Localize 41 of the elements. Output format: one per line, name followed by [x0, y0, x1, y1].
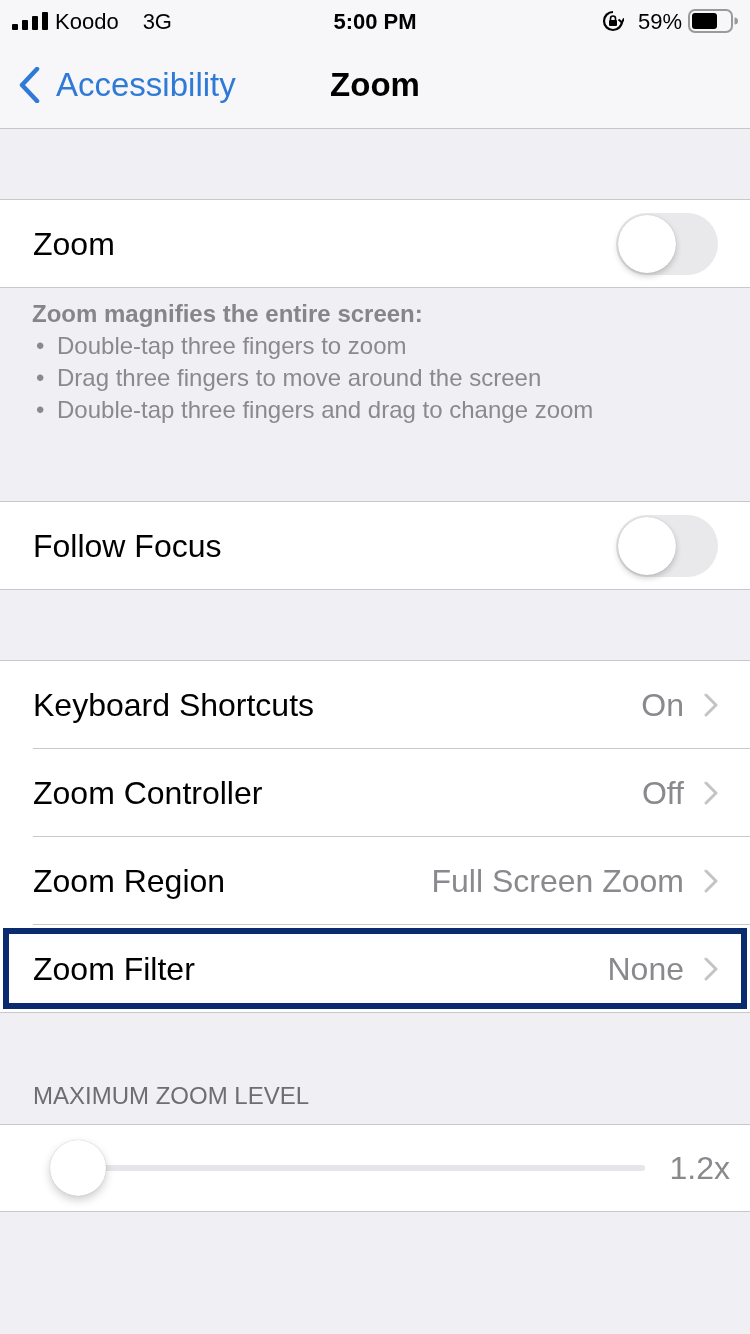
orientation-lock-icon: [601, 10, 624, 32]
chevron-right-icon: [704, 868, 718, 893]
footer-title: Zoom magnifies the entire screen:: [32, 299, 424, 329]
footer-text: Double-tap three fingers to zoom: [57, 331, 407, 361]
battery-percent: 59%: [637, 7, 682, 36]
setting-value: Full Screen Zoom: [431, 861, 684, 901]
bullet-mark: •: [35, 331, 46, 361]
setting-label: Zoom: [33, 224, 115, 264]
bullet-mark: •: [35, 363, 46, 393]
setting-value: Off: [641, 773, 684, 813]
bullet-mark: •: [35, 395, 46, 425]
setting-value: None: [607, 949, 684, 989]
zoom-level-slider[interactable]: [50, 1140, 645, 1196]
settings-row[interactable]: Zoom Filter None: [0, 925, 750, 1012]
setting-label: Zoom Controller: [33, 773, 263, 813]
slider-value: 1.2x: [669, 1149, 730, 1188]
status-time: 5:00 PM: [333, 7, 417, 36]
battery-icon: [688, 9, 738, 33]
chevron-right-icon: [704, 956, 718, 981]
page-title: Zoom: [330, 65, 420, 106]
network-type: 3G: [142, 7, 172, 36]
back-chevron-icon: [18, 67, 40, 103]
slider-thumb[interactable]: [50, 1140, 106, 1196]
signal-icon: [12, 12, 48, 30]
settings-row[interactable]: Keyboard Shortcuts On: [0, 661, 750, 748]
carrier-name: Koodo: [55, 7, 119, 36]
section-header: MAXIMUM ZOOM LEVEL: [32, 1081, 311, 1111]
footer-text: Double-tap three fingers and drag to change zoom: [57, 395, 594, 425]
setting-value: On: [641, 685, 684, 725]
toggle-switch[interactable]: [616, 212, 718, 275]
setting-label: Keyboard Shortcuts: [33, 685, 315, 725]
settings-row[interactable]: Zoom Region Full Screen Zoom: [0, 837, 750, 924]
footer-text: Drag three fingers to move around the screen: [57, 363, 542, 393]
setting-label: Zoom Region: [33, 861, 226, 901]
chevron-right-icon: [704, 692, 718, 717]
back-button[interactable]: Accessibility: [0, 59, 242, 111]
setting-label: Zoom Filter: [33, 949, 195, 989]
chevron-right-icon: [704, 780, 718, 805]
setting-label: Follow Focus: [33, 526, 222, 566]
settings-row[interactable]: Zoom Controller Off: [0, 749, 750, 836]
toggle-switch[interactable]: [616, 514, 718, 577]
